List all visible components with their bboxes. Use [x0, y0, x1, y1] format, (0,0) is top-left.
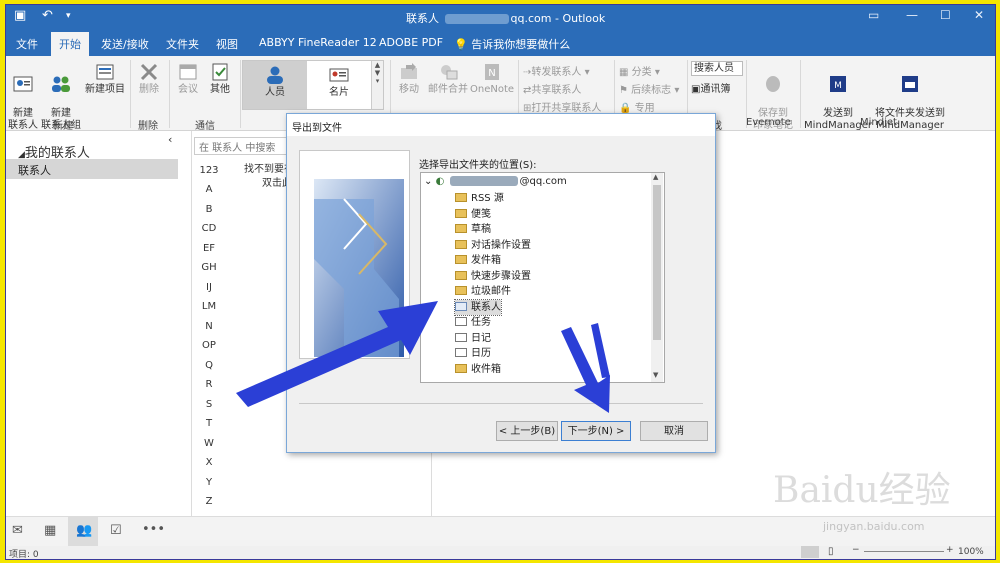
annotation-overlay [236, 301, 610, 413]
arrow-to-next-button [561, 323, 610, 413]
outlook-window: ▣ ↶ ▾ 联系人 qq.com - Outlook ▭ — ☐ ✕ 文件 开始… [5, 4, 996, 560]
arrow-to-contacts-folder [236, 301, 438, 407]
